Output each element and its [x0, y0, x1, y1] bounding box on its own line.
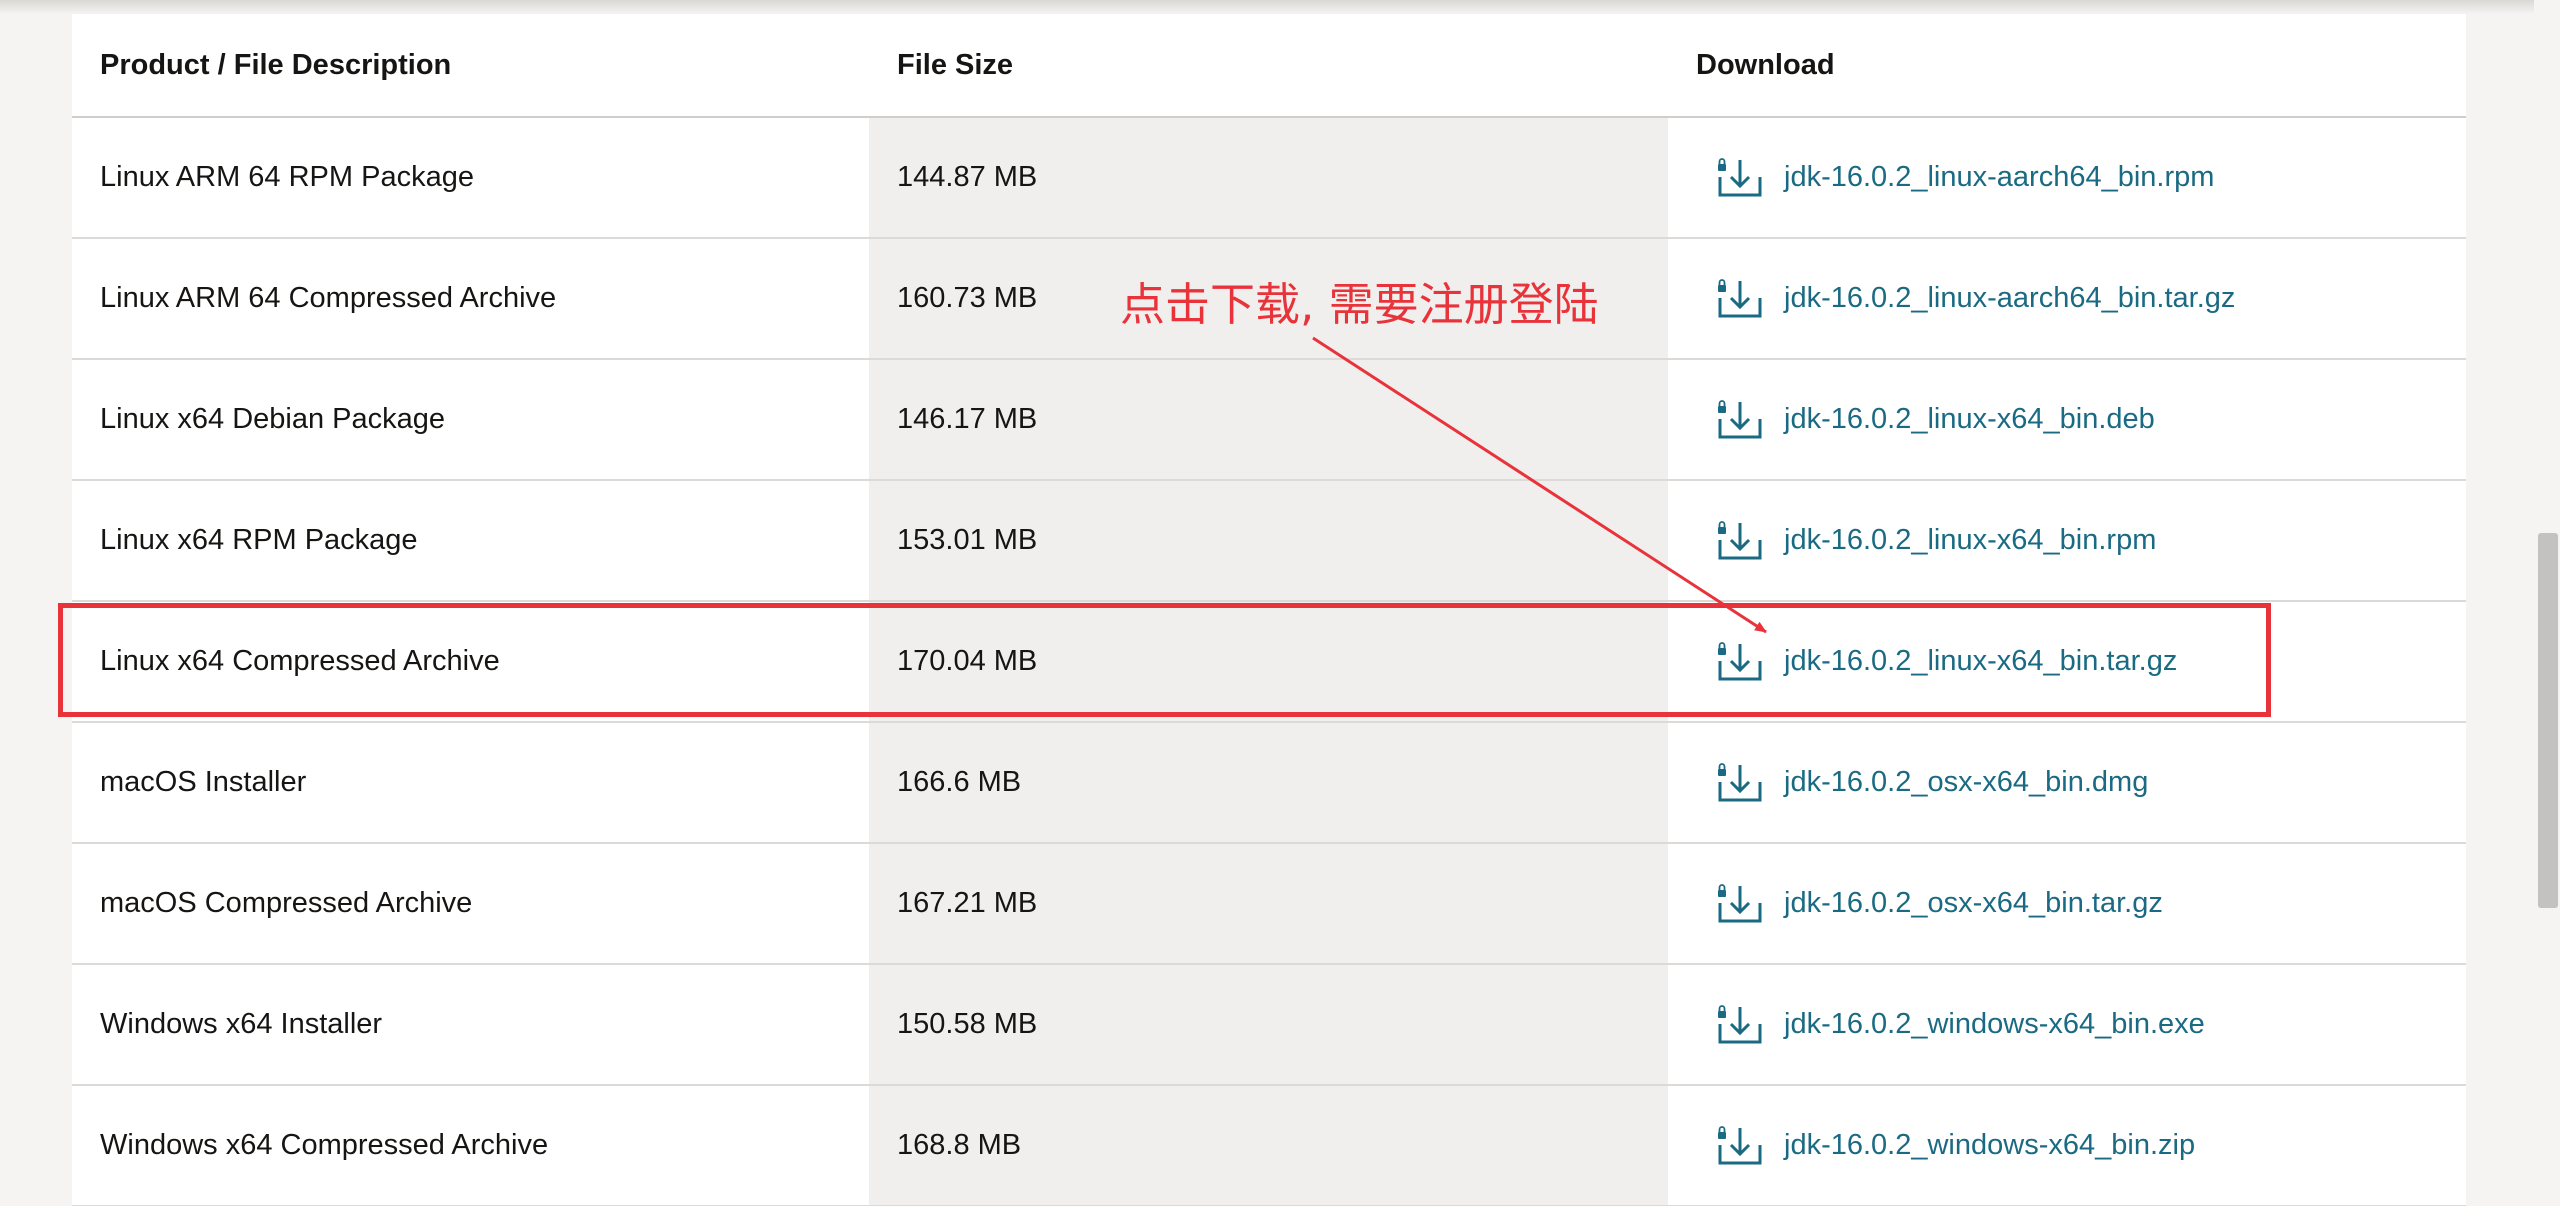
- row-description: Windows x64 Installer: [72, 964, 869, 1086]
- table-row: Linux x64 Debian Package 146.17 MB jdk-16.…: [72, 359, 2466, 481]
- row-file-size: 144.87 MB: [869, 117, 1668, 239]
- table-row: Linux x64 Compressed Archive 170.04 MB jdk…: [72, 601, 2466, 723]
- table-header-row: Product / File Description File Size Dow…: [72, 14, 2466, 118]
- header-description: Product / File Description: [72, 14, 869, 118]
- download-link[interactable]: jdk-16.0.2_osx-x64_bin.dmg: [1716, 760, 2466, 806]
- table-row: Windows x64 Installer 150.58 MB jdk-16.0.2…: [72, 964, 2466, 1086]
- row-file-size: 170.04 MB: [869, 601, 1668, 723]
- row-description: Linux ARM 64 Compressed Archive: [72, 238, 869, 360]
- annotation-text: 点击下载, 需要注册登陆: [1120, 278, 1599, 331]
- row-download-cell: jdk-16.0.2_linux-x64_bin.rpm: [1668, 480, 2466, 602]
- download-filename[interactable]: jdk-16.0.2_linux-x64_bin.tar.gz: [1784, 645, 2177, 678]
- downloads-table: Product / File Description File Size Dow…: [72, 14, 2466, 1206]
- row-file-size: 167.21 MB: [869, 843, 1668, 965]
- lock-download-icon[interactable]: [1716, 639, 1764, 685]
- row-download-cell: jdk-16.0.2_windows-x64_bin.zip: [1668, 1085, 2466, 1206]
- download-filename[interactable]: jdk-16.0.2_linux-x64_bin.deb: [1784, 403, 2155, 436]
- download-filename[interactable]: jdk-16.0.2_windows-x64_bin.exe: [1784, 1008, 2205, 1041]
- table-row: Linux ARM 64 RPM Package 144.87 MB jdk-16.…: [72, 117, 2466, 239]
- row-download-cell: jdk-16.0.2_linux-aarch64_bin.tar.gz: [1668, 238, 2466, 360]
- table-row: macOS Compressed Archive 167.21 MB jdk-16.…: [72, 843, 2466, 965]
- row-description: Linux x64 Debian Package: [72, 359, 869, 481]
- download-filename[interactable]: jdk-16.0.2_linux-aarch64_bin.rpm: [1784, 161, 2214, 194]
- row-download-cell: jdk-16.0.2_osx-x64_bin.tar.gz: [1668, 843, 2466, 965]
- row-description: Linux x64 RPM Package: [72, 480, 869, 602]
- row-description: macOS Installer: [72, 722, 869, 844]
- download-filename[interactable]: jdk-16.0.2_linux-aarch64_bin.tar.gz: [1784, 282, 2235, 315]
- header-file-size: File Size: [869, 14, 1668, 118]
- scrollbar-thumb[interactable]: [2538, 533, 2558, 908]
- row-file-size: 146.17 MB: [869, 359, 1668, 481]
- row-file-size: 153.01 MB: [869, 480, 1668, 602]
- lock-download-icon[interactable]: [1716, 397, 1764, 443]
- download-link[interactable]: jdk-16.0.2_linux-aarch64_bin.tar.gz: [1716, 276, 2466, 322]
- download-link[interactable]: jdk-16.0.2_windows-x64_bin.zip: [1716, 1123, 2466, 1169]
- row-download-cell: jdk-16.0.2_osx-x64_bin.dmg: [1668, 722, 2466, 844]
- lock-download-icon[interactable]: [1716, 760, 1764, 806]
- download-filename[interactable]: jdk-16.0.2_osx-x64_bin.dmg: [1784, 766, 2148, 799]
- downloads-table-container: Product / File Description File Size Dow…: [72, 14, 2466, 1206]
- row-description: Windows x64 Compressed Archive: [72, 1085, 869, 1206]
- top-shadow: [0, 0, 2560, 14]
- download-link[interactable]: jdk-16.0.2_linux-x64_bin.tar.gz: [1716, 639, 2466, 685]
- row-download-cell: jdk-16.0.2_windows-x64_bin.exe: [1668, 964, 2466, 1086]
- lock-download-icon[interactable]: [1716, 518, 1764, 564]
- row-file-size: 150.58 MB: [869, 964, 1668, 1086]
- row-file-size: 168.8 MB: [869, 1085, 1668, 1206]
- row-description: macOS Compressed Archive: [72, 843, 869, 965]
- header-download: Download: [1668, 14, 2466, 118]
- lock-download-icon[interactable]: [1716, 1002, 1764, 1048]
- lock-download-icon[interactable]: [1716, 155, 1764, 201]
- lock-download-icon[interactable]: [1716, 1123, 1764, 1169]
- row-download-cell: jdk-16.0.2_linux-x64_bin.tar.gz: [1668, 601, 2466, 723]
- row-description: Linux ARM 64 RPM Package: [72, 117, 869, 239]
- lock-download-icon[interactable]: [1716, 276, 1764, 322]
- download-link[interactable]: jdk-16.0.2_windows-x64_bin.exe: [1716, 1002, 2466, 1048]
- download-link[interactable]: jdk-16.0.2_linux-aarch64_bin.rpm: [1716, 155, 2466, 201]
- download-link[interactable]: jdk-16.0.2_linux-x64_bin.deb: [1716, 397, 2466, 443]
- download-filename[interactable]: jdk-16.0.2_linux-x64_bin.rpm: [1784, 524, 2156, 557]
- row-description: Linux x64 Compressed Archive: [72, 601, 869, 723]
- lock-download-icon[interactable]: [1716, 881, 1764, 927]
- table-row: macOS Installer 166.6 MB jdk-16.0.2_osx-x6…: [72, 722, 2466, 844]
- row-file-size: 166.6 MB: [869, 722, 1668, 844]
- row-download-cell: jdk-16.0.2_linux-x64_bin.deb: [1668, 359, 2466, 481]
- download-link[interactable]: jdk-16.0.2_linux-x64_bin.rpm: [1716, 518, 2466, 564]
- download-link[interactable]: jdk-16.0.2_osx-x64_bin.tar.gz: [1716, 881, 2466, 927]
- table-row: Linux x64 RPM Package 153.01 MB jdk-16.0.2…: [72, 480, 2466, 602]
- download-filename[interactable]: jdk-16.0.2_windows-x64_bin.zip: [1784, 1129, 2195, 1162]
- download-filename[interactable]: jdk-16.0.2_osx-x64_bin.tar.gz: [1784, 887, 2163, 920]
- table-row: Windows x64 Compressed Archive 168.8 MB jd…: [72, 1085, 2466, 1206]
- row-download-cell: jdk-16.0.2_linux-aarch64_bin.rpm: [1668, 117, 2466, 239]
